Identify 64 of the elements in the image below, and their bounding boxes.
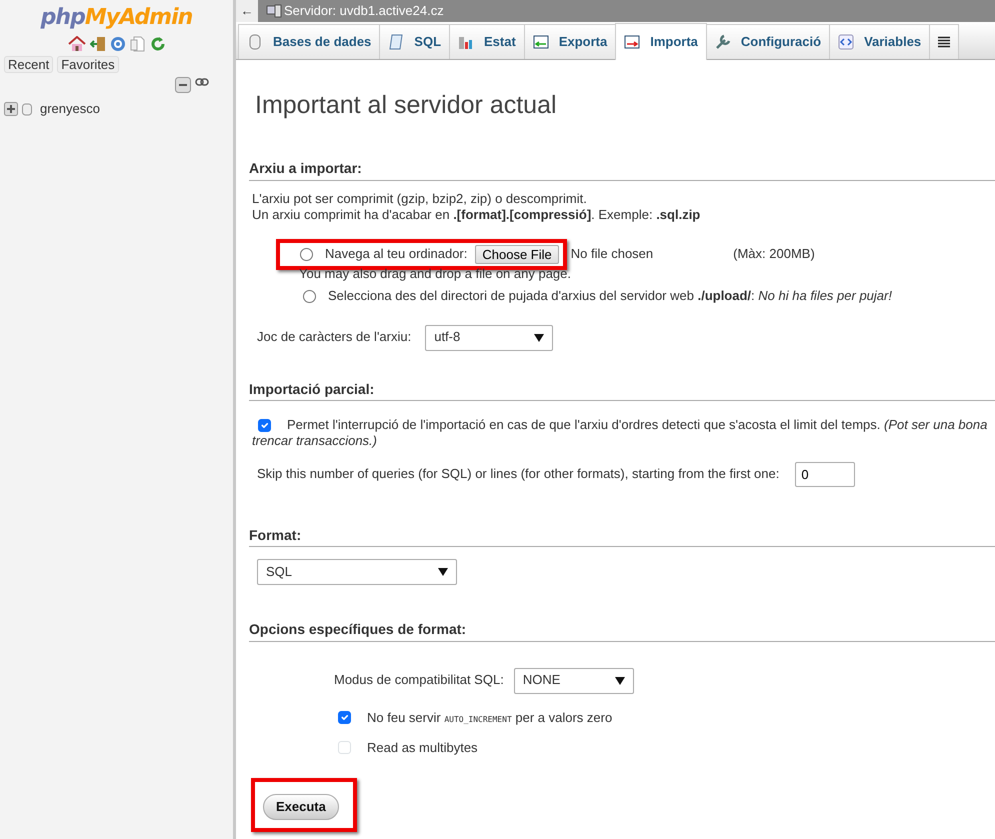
wrench-icon (714, 34, 731, 50)
checkbox[interactable] (258, 418, 271, 432)
database-icon (247, 34, 263, 50)
database-icon (22, 102, 32, 116)
option-label: Selecciona des del directori de pujada d'arxius del servidor web ./upload/: No hi ha files per pujar! (328, 288, 892, 304)
home-icon[interactable] (68, 36, 86, 52)
bar-chart-icon (458, 34, 474, 50)
tab[interactable]: SQL (379, 24, 450, 59)
help-text: L'arxiu pot ser comprimit (gzip, bzip2, zip) o descomprimit. (252, 190, 588, 207)
option-label: trencar transaccions.) (252, 433, 378, 450)
select-field[interactable]: NONE (514, 668, 634, 694)
section-heading: Arxiu a importar: (249, 160, 995, 180)
dropdown-caret-icon (438, 568, 448, 576)
tab[interactable]: Configuració (706, 24, 830, 59)
help-icon[interactable] (110, 36, 126, 52)
tree-item[interactable]: grenyesco (40, 101, 100, 118)
help-text: You may also drag and drop a file on any page. (299, 266, 572, 282)
execute-button[interactable]: Executa (263, 794, 339, 820)
back-button[interactable]: ← (236, 0, 258, 22)
text-input[interactable]: 0 (795, 462, 856, 486)
select-field[interactable]: SQL (257, 559, 457, 585)
tab[interactable]: Variables (829, 24, 930, 59)
tab[interactable]: Bases de dades (238, 24, 380, 59)
menu-icon (938, 36, 950, 48)
reload-icon[interactable] (150, 36, 166, 52)
field-label: Skip this number of queries (for SQL) or lines (for other formats), starting from the first one: (257, 466, 780, 482)
menu-tab[interactable] (929, 24, 960, 59)
scroll-icon (388, 34, 404, 50)
dropdown-caret-icon (534, 334, 544, 342)
section-heading: Importació parcial: (249, 380, 995, 401)
option-label: Navega al teu ordinador: (325, 246, 468, 263)
option-label: No feu servir AUTO_INCREMENT per a valors zero (367, 710, 612, 726)
collapse-all-icon[interactable] (175, 77, 191, 93)
logo[interactable]: phpMyAdmin (0, 4, 233, 32)
field-label: Joc de caràcters de l'arxiu: (257, 329, 412, 346)
server-icon (266, 4, 282, 18)
radio-button[interactable] (300, 248, 313, 261)
section-heading: Format: (249, 526, 995, 547)
tab[interactable]: Exporta (524, 24, 616, 59)
option-label: Permet l'interrupció de l'importació en cas de que l'arxiu d'ordres detecti que s'acosta el limit del temps. (Pot ser una bona (287, 417, 988, 434)
file-status: No file chosen (570, 246, 654, 263)
tab[interactable]: Estat (449, 24, 525, 59)
link-icon[interactable] (195, 77, 209, 87)
tab[interactable]: Importa (615, 23, 707, 60)
checkbox[interactable] (338, 711, 351, 724)
code-icon (838, 34, 854, 50)
sidebar-button[interactable]: Recent (4, 56, 54, 73)
dropdown-caret-icon (614, 676, 625, 684)
document-icon[interactable] (130, 36, 146, 52)
field-label: Modus de compatibilitat SQL: (334, 672, 504, 689)
max-size-label: (Màx: 200MB) (733, 246, 815, 263)
help-text: Un arxiu comprimit ha d'acabar en .[format].[compressió]. Exemple: .sql.zip (252, 206, 702, 223)
import-icon (624, 34, 640, 50)
expand-icon[interactable] (4, 102, 18, 116)
section-heading: Opcions específiques de format: (249, 621, 995, 642)
server-title: Servidor: uvdb1.active24.cz (284, 2, 444, 20)
sidebar-button[interactable]: Favorites (57, 56, 119, 73)
choose-file-button[interactable]: Choose File (475, 245, 559, 264)
exit-door-icon[interactable] (90, 36, 106, 52)
option-label: Read as multibytes (367, 740, 478, 756)
radio-button[interactable] (303, 290, 316, 303)
export-icon (532, 34, 549, 50)
page-title: Important al servidor actual (255, 90, 558, 120)
select-field[interactable]: utf-8 (425, 324, 554, 350)
